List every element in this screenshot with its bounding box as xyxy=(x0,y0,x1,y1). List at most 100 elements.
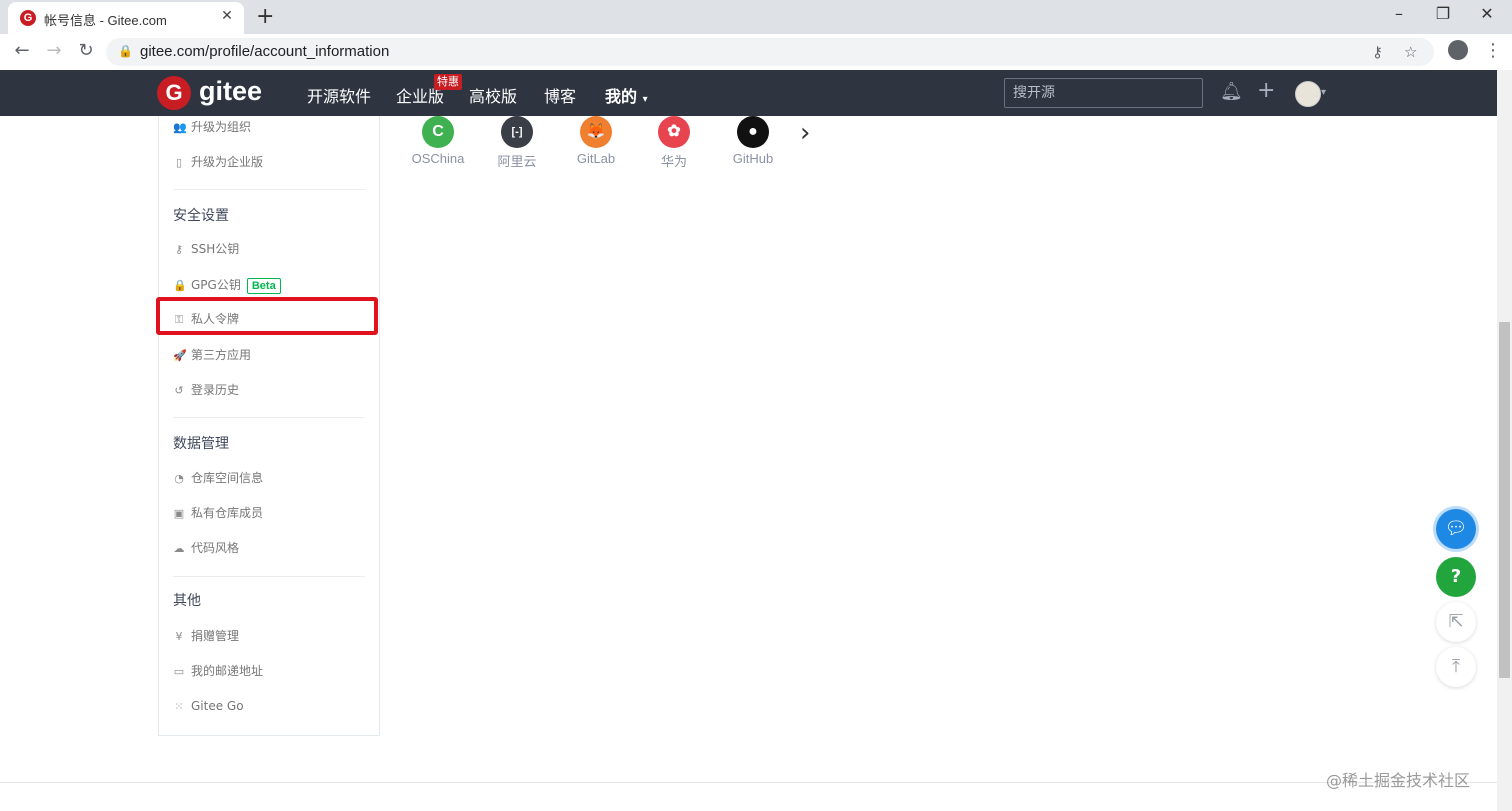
chat-bubble-icon[interactable]: 💬︎ xyxy=(1436,509,1476,549)
url-text: gitee.com/profile/account_information xyxy=(140,43,390,60)
provider-label: GitLab xyxy=(576,151,616,166)
sidebar-item-login-history[interactable]: ↺ 登录历史 xyxy=(173,381,239,399)
sidebar-item-label: 私有仓库成员 xyxy=(191,506,264,520)
help-button[interactable]: ? xyxy=(1436,557,1476,597)
divider xyxy=(173,417,365,418)
nav-mine[interactable]: 我的 ▾ xyxy=(605,83,648,107)
sidebar-item-label: 登录历史 xyxy=(191,383,240,397)
sidebar-item-label: 捐赠管理 xyxy=(191,629,240,643)
code-style-icon: ☁ xyxy=(173,542,185,555)
divider xyxy=(173,576,365,577)
back-arrow-icon[interactable]: ← xyxy=(10,40,34,61)
provider-gitlab[interactable]: 🦊 GitLab xyxy=(566,116,626,166)
footer-divider xyxy=(0,782,1497,783)
sidebar-item-private-members[interactable]: ▣ 私有仓库成员 xyxy=(173,504,263,522)
promo-badge: 特惠 xyxy=(434,74,462,90)
sidebar-item-label: 升级为企业版 xyxy=(191,155,264,169)
bell-icon[interactable]: 🔔︎ xyxy=(1220,81,1243,102)
gitee-go-icon: ⁙ xyxy=(174,700,184,713)
lock-icon: 🔒 xyxy=(118,44,133,58)
browser-tab-bar: G 帐号信息 - Gitee.com ✕ + – ❐ ✕ xyxy=(0,0,1512,34)
plus-icon[interactable]: + xyxy=(1257,78,1275,103)
sidebar-item-label: GPG公钥 xyxy=(191,278,241,292)
sidebar-item-third-party-apps[interactable]: 🚀 第三方应用 xyxy=(173,346,251,364)
member-icon: ▣ xyxy=(173,507,185,520)
key-icon: ⚷ xyxy=(174,243,184,256)
yen-icon: ¥ xyxy=(175,630,183,643)
sidebar-item-label: 升级为组织 xyxy=(191,120,252,134)
avatar-caret-icon[interactable]: ▾ xyxy=(1321,87,1326,98)
back-to-top-icon[interactable]: ⤒ xyxy=(1436,647,1476,687)
sidebar-item-label: 代码风格 xyxy=(191,541,240,555)
rocket-icon: 🚀 xyxy=(173,349,187,362)
oschina-icon: C xyxy=(422,116,454,148)
search-input[interactable] xyxy=(1005,79,1195,107)
sidebar-item-label: 我的邮递地址 xyxy=(191,664,264,678)
star-icon[interactable]: ☆ xyxy=(1404,43,1417,61)
site-header: G gitee 开源软件 企业版 特惠 高校版 博客 我的 ▾ 🔔︎ + ▾ xyxy=(0,70,1497,116)
minimize-button[interactable]: – xyxy=(1384,4,1414,23)
tab-title: 帐号信息 - Gitee.com xyxy=(44,13,167,28)
aliyun-icon: [-] xyxy=(501,116,533,148)
beta-badge: Beta xyxy=(246,278,281,294)
omnibox[interactable]: 🔒 gitee.com/profile/account_information … xyxy=(106,38,1434,66)
provider-github[interactable]: ● GitHub xyxy=(723,116,783,166)
huawei-icon: ✿ xyxy=(658,116,690,148)
sidebar-item-ssh-keys[interactable]: ⚷ SSH公钥 xyxy=(173,240,239,258)
new-tab-button[interactable]: + xyxy=(256,4,274,29)
gitee-logo-icon: G xyxy=(157,76,191,110)
close-window-button[interactable]: ✕ xyxy=(1472,4,1502,23)
sidebar-item-upgrade-org[interactable]: 👥 升级为组织 xyxy=(173,118,251,136)
nav-education[interactable]: 高校版 xyxy=(469,83,517,107)
chevron-down-icon: ▾ xyxy=(642,94,648,105)
reload-icon[interactable]: ↻ xyxy=(74,40,98,61)
users-icon: 👥 xyxy=(173,121,187,134)
provider-huawei[interactable]: ✿ 华为 xyxy=(644,116,704,170)
sidebar-item-label: 第三方应用 xyxy=(191,348,252,362)
gitee-logo-text: gitee xyxy=(199,76,263,106)
browser-tab[interactable]: G 帐号信息 - Gitee.com ✕ xyxy=(8,2,244,34)
sidebar-item-label: 仓库空间信息 xyxy=(191,471,264,485)
sidebar-item-code-style[interactable]: ☁ 代码风格 xyxy=(173,539,240,557)
avatar[interactable] xyxy=(1295,81,1321,107)
settings-sidebar: 👥 升级为组织 ▯ 升级为企业版 安全设置 ⚷ SSH公钥 🔒 GPG公钥 Beta ⚿ 私… xyxy=(158,116,380,736)
nav-blog[interactable]: 博客 xyxy=(544,83,576,107)
building-icon: ▯ xyxy=(175,156,183,169)
share-icon[interactable]: ⇱ xyxy=(1436,602,1476,642)
sidebar-item-mailing-address[interactable]: ▭ 我的邮递地址 xyxy=(173,662,263,680)
provider-label: OSChina xyxy=(411,151,465,166)
forward-arrow-icon[interactable]: → xyxy=(42,40,66,61)
address-toolbar: ← → ↻ 🔒 gitee.com/profile/account_inform… xyxy=(0,34,1512,71)
history-icon: ↺ xyxy=(174,384,184,397)
restore-button[interactable]: ❐ xyxy=(1428,4,1458,23)
sidebar-item-label: SSH公钥 xyxy=(191,242,240,256)
sidebar-item-label: Gitee Go xyxy=(191,699,244,713)
sidebar-item-gitee-go[interactable]: ⁙ Gitee Go xyxy=(173,697,244,715)
sidebar-item-donation[interactable]: ¥ 捐赠管理 xyxy=(173,627,240,645)
nav-open-source[interactable]: 开源软件 xyxy=(307,83,371,107)
sidebar-item-gpg-keys[interactable]: 🔒 GPG公钥 Beta xyxy=(173,276,281,294)
chevron-right-icon[interactable]: › xyxy=(800,118,810,148)
nav-mine-label: 我的 xyxy=(605,87,638,106)
profile-icon[interactable] xyxy=(1448,40,1468,60)
close-tab-icon[interactable]: ✕ xyxy=(218,8,236,24)
sidebar-item-repo-space[interactable]: ◔ 仓库空间信息 xyxy=(173,469,263,487)
gitlab-icon: 🦊 xyxy=(580,116,612,148)
section-heading-data: 数据管理 xyxy=(173,436,229,452)
scrollbar-thumb[interactable] xyxy=(1499,322,1510,678)
pie-icon: ◔ xyxy=(174,472,184,485)
watermark: @稀土掘金技术社区 xyxy=(1326,771,1471,790)
browser-menu-icon[interactable]: ⋮ xyxy=(1484,40,1502,61)
provider-label: 阿里云 xyxy=(497,154,537,169)
gitee-favicon-icon: G xyxy=(20,10,36,26)
provider-aliyun[interactable]: [-] 阿里云 xyxy=(487,116,547,170)
sidebar-item-upgrade-enterprise[interactable]: ▯ 升级为企业版 xyxy=(173,153,263,171)
lock-icon: 🔒 xyxy=(173,279,187,292)
provider-label: GitHub xyxy=(732,151,774,166)
search-box xyxy=(1004,78,1203,108)
provider-oschina[interactable]: C OSChina xyxy=(408,116,468,166)
provider-label: 华为 xyxy=(660,154,687,169)
github-icon: ● xyxy=(737,116,769,148)
key-icon[interactable]: ⚷ xyxy=(1372,43,1383,61)
section-heading-other: 其他 xyxy=(173,593,201,609)
